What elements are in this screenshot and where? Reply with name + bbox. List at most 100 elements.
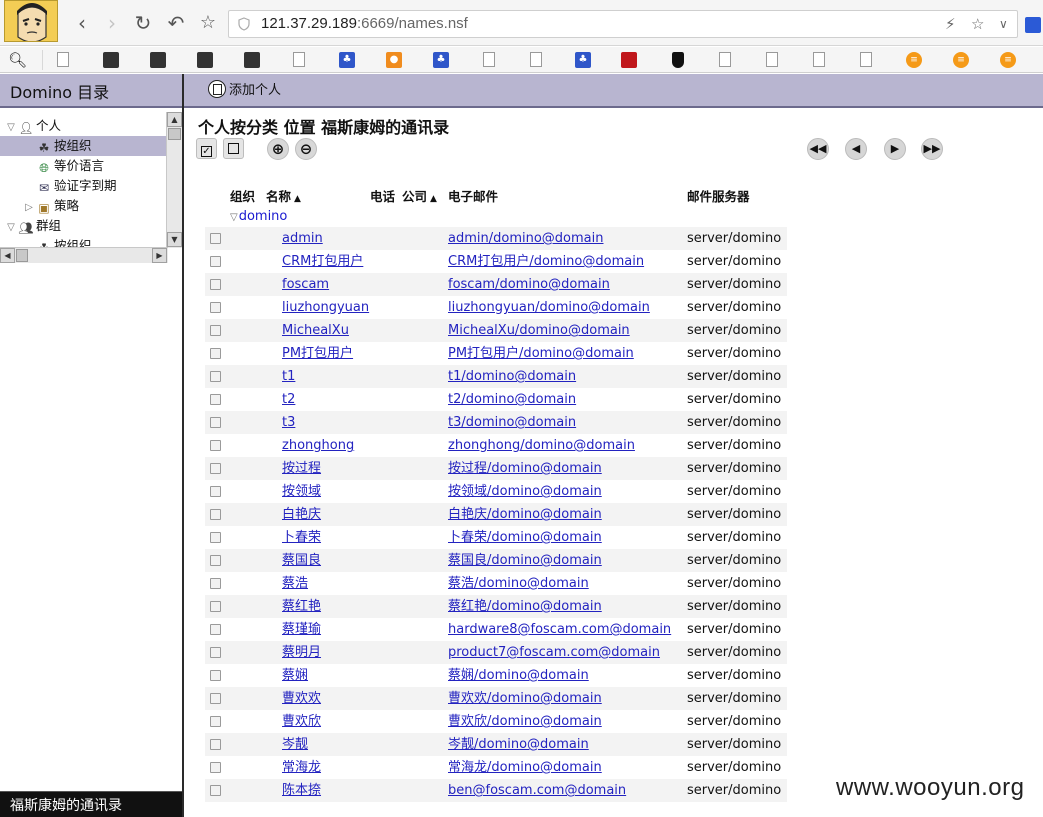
person-name-link[interactable]: t3	[282, 411, 295, 434]
person-name-link[interactable]: 陈本捺	[282, 779, 321, 802]
email-link[interactable]: 曹欢欣/domino@domain	[448, 710, 602, 733]
row-checkbox[interactable]	[210, 670, 221, 681]
table-row[interactable]: 曹欢欣 曹欢欣/domino@domain server/domino	[205, 710, 787, 733]
email-link[interactable]: 蔡国良/domino@domain	[448, 549, 602, 572]
bookmark-paw-icon[interactable]: ♣	[433, 52, 449, 68]
email-link[interactable]: 卜春荣/domino@domain	[448, 526, 602, 549]
bookmark-circle-icon[interactable]: ≡	[906, 52, 922, 68]
email-link[interactable]: foscam/domino@domain	[448, 273, 610, 296]
table-row[interactable]: MichealXu MichealXu/domino@domain server/d…	[205, 319, 787, 342]
column-header-mail-server[interactable]: 邮件服务器	[687, 186, 750, 205]
table-row[interactable]: 按过程 按过程/domino@domain server/domino	[205, 457, 787, 480]
table-row[interactable]: liuzhongyuan liuzhongyuan/domino@domain se…	[205, 296, 787, 319]
person-name-link[interactable]: 岑靓	[282, 733, 308, 756]
bookmark-page-icon[interactable]	[719, 52, 731, 67]
bookmark-paw-icon[interactable]: ♣	[575, 52, 591, 68]
row-checkbox[interactable]	[210, 739, 221, 750]
table-row[interactable]: 蔡娴 蔡娴/domino@domain server/domino	[205, 664, 787, 687]
person-name-link[interactable]: PM打包用户	[282, 342, 353, 365]
email-link[interactable]: 常海龙/domino@domain	[448, 756, 602, 779]
column-header-company[interactable]: 公司 ▲	[402, 186, 437, 205]
table-row[interactable]: 卜春荣 卜春荣/domino@domain server/domino	[205, 526, 787, 549]
row-checkbox[interactable]	[210, 785, 221, 796]
next-page-button[interactable]: ▶	[884, 138, 906, 160]
person-name-link[interactable]: 蔡红艳	[282, 595, 321, 618]
person-name-link[interactable]: admin	[282, 227, 323, 250]
collapse-twistie-icon[interactable]: ▷	[22, 198, 36, 218]
table-row[interactable]: 曹欢欢 曹欢欢/domino@domain server/domino	[205, 687, 787, 710]
email-link[interactable]: CRM打包用户/domino@domain	[448, 250, 644, 273]
row-checkbox[interactable]	[210, 463, 221, 474]
person-name-link[interactable]: 曹欢欣	[282, 710, 321, 733]
bookmark-page-icon[interactable]	[293, 52, 305, 67]
email-link[interactable]: product7@foscam.com@domain	[448, 641, 660, 664]
row-checkbox[interactable]	[210, 440, 221, 451]
expand-twistie-icon[interactable]: ▽	[4, 118, 18, 138]
reload-button[interactable]: ↻	[131, 11, 155, 35]
email-link[interactable]: 曹欢欢/domino@domain	[448, 687, 602, 710]
email-link[interactable]: 岑靓/domino@domain	[448, 733, 589, 756]
tree-item[interactable]: ▷ ▣ 策略	[0, 196, 166, 216]
extension-paw-icon[interactable]	[1025, 17, 1041, 33]
bookmark-page-icon[interactable]	[860, 52, 872, 67]
search-icon[interactable]: 🔍︎	[8, 52, 27, 68]
email-link[interactable]: 蔡红艳/domino@domain	[448, 595, 602, 618]
previous-page-button[interactable]: ◀	[845, 138, 867, 160]
bookmark-shield-icon[interactable]	[672, 52, 684, 68]
bookmark-page-icon[interactable]	[813, 52, 825, 67]
table-row[interactable]: admin admin/domino@domain server/domino	[205, 227, 787, 250]
email-link[interactable]: 蔡浩/domino@domain	[448, 572, 589, 595]
category-twistie[interactable]: ▽domino	[230, 209, 287, 224]
bookmark-red-icon[interactable]	[621, 52, 637, 68]
table-row[interactable]: 蔡浩 蔡浩/domino@domain server/domino	[205, 572, 787, 595]
table-row[interactable]: PM打包用户 PM打包用户/domino@domain server/domino	[205, 342, 787, 365]
person-name-link[interactable]: t2	[282, 388, 295, 411]
table-row[interactable]: 岑靓 岑靓/domino@domain server/domino	[205, 733, 787, 756]
url-text[interactable]: 121.37.29.189:6669/names.nsf	[261, 15, 468, 32]
row-checkbox[interactable]	[210, 624, 221, 635]
email-link[interactable]: 按领域/domino@domain	[448, 480, 602, 503]
person-name-link[interactable]: 蔡明月	[282, 641, 321, 664]
row-checkbox[interactable]	[210, 762, 221, 773]
scroll-up-icon[interactable]: ▲	[167, 112, 182, 127]
person-name-link[interactable]: liuzhongyuan	[282, 296, 369, 319]
bookmark-paw-icon[interactable]: ♣	[339, 52, 355, 68]
bookmark-page-icon[interactable]	[57, 52, 69, 67]
row-checkbox[interactable]	[210, 371, 221, 382]
table-row[interactable]: 陈本捺 ben@foscam.com@domain server/domino	[205, 779, 787, 802]
favorite-star-icon[interactable]: ☆	[971, 15, 984, 33]
email-link[interactable]: zhonghong/domino@domain	[448, 434, 635, 457]
tree-horizontal-scrollbar[interactable]: ◀ ▶	[0, 247, 168, 263]
tree-item[interactable]: ▽ 👤︎ 个人	[0, 116, 166, 136]
scroll-thumb[interactable]	[16, 249, 28, 262]
tree-item[interactable]: ☘︎ 按组织	[0, 136, 166, 156]
row-checkbox[interactable]	[210, 233, 221, 244]
person-name-link[interactable]: 蔡娴	[282, 664, 308, 687]
person-name-link[interactable]: foscam	[282, 273, 329, 296]
person-name-link[interactable]: 蔡浩	[282, 572, 308, 595]
scroll-thumb[interactable]	[168, 128, 181, 140]
add-person-button[interactable]: 添加个人	[208, 80, 281, 101]
row-checkbox[interactable]	[210, 601, 221, 612]
bookmark-star-button[interactable]: ☆	[196, 11, 220, 35]
row-checkbox[interactable]	[210, 693, 221, 704]
bookmark-page-icon[interactable]	[530, 52, 542, 67]
lightning-icon[interactable]: ⚡	[945, 15, 956, 33]
person-name-link[interactable]: 白艳庆	[282, 503, 321, 526]
person-name-link[interactable]: 蔡瑾瑜	[282, 618, 321, 641]
bookmark-dark-icon[interactable]	[244, 52, 260, 68]
sort-ascending-icon[interactable]: ▲	[294, 194, 301, 204]
expand-all-button[interactable]: ⊕	[267, 138, 289, 160]
column-header-name[interactable]: 名称 ▲	[266, 186, 301, 205]
person-name-link[interactable]: 常海龙	[282, 756, 321, 779]
person-name-link[interactable]: 蔡国良	[282, 549, 321, 572]
email-link[interactable]: ben@foscam.com@domain	[448, 779, 626, 802]
row-checkbox[interactable]	[210, 532, 221, 543]
tree-vertical-scrollbar[interactable]: ▲ ▼	[166, 112, 182, 248]
tree-item[interactable]: ▽ 👥︎ 群组	[0, 216, 166, 236]
undo-close-tab-button[interactable]: ↶	[164, 11, 188, 35]
bookmark-page-icon[interactable]	[766, 52, 778, 67]
select-all-button[interactable]: ✓	[196, 138, 217, 159]
person-name-link[interactable]: MichealXu	[282, 319, 349, 342]
person-name-link[interactable]: zhonghong	[282, 434, 354, 457]
